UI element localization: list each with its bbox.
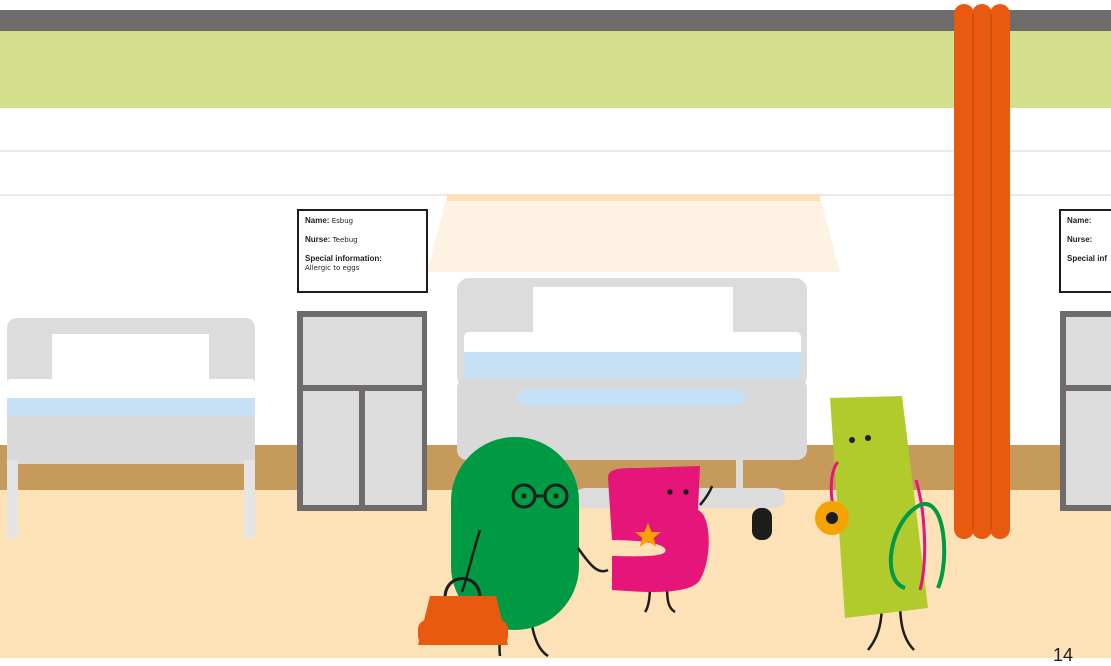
bedside-cabinet — [297, 311, 427, 511]
bed-card-right-nurse-row: Nurse: — [1067, 235, 1111, 245]
bed-card-right-name-row: Name: — [1067, 216, 1111, 226]
bed-card-esbug: Name: Esbug Nurse: Teebug Special inform… — [297, 209, 428, 293]
hospital-ward-scene: Name: Esbug Nurse: Teebug Special inform… — [0, 0, 1111, 665]
nurse-label: Nurse: — [305, 235, 331, 244]
bed-card-right-special-row: Special inf — [1067, 254, 1111, 264]
special-info-value: Allergic to eggs — [305, 264, 360, 272]
top-margin — [0, 0, 1111, 10]
special-info-label: Special information: — [305, 254, 382, 263]
curtain — [954, 4, 1010, 539]
ceiling-strip — [0, 10, 1111, 31]
right-bedside-cabinet — [1060, 311, 1111, 511]
ceiling-light — [447, 194, 820, 201]
name-label: Name: — [305, 216, 330, 225]
nurse-label-right: Nurse: — [1067, 235, 1093, 244]
page-number: 14 — [1052, 645, 1073, 665]
bed-card-nurse-row: Nurse: Teebug — [305, 235, 420, 245]
bed-card-name-row: Name: Esbug — [305, 216, 420, 226]
special-info-label-right: Special inf — [1067, 254, 1108, 263]
upper-wall — [0, 31, 1111, 108]
name-label-right: Name: — [1067, 216, 1092, 225]
bed-card-special-row: Special information: Allergic to eggs — [305, 254, 420, 272]
bed-card-right: Name: Nurse: Special inf — [1059, 209, 1111, 293]
ward-illustration — [0, 0, 1111, 658]
ceiling-light-glow — [427, 196, 840, 272]
name-value: Esbug — [331, 217, 354, 225]
nurse-value: Teebug — [332, 236, 358, 244]
